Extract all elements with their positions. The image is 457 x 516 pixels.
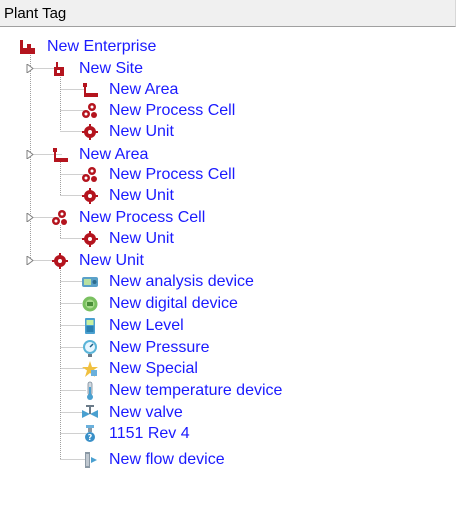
flow-device-icon [85, 451, 97, 468]
expand-arrow-icon[interactable] [26, 64, 35, 73]
tree-node-label: New Area [79, 145, 149, 163]
tree-node-special-device[interactable]: New Special [80, 358, 198, 379]
tree-node-label: New analysis device [109, 272, 254, 290]
tree-node-transmitter-1151[interactable]: ? 1151 Rev 4 [80, 423, 190, 444]
tree-node-label: New digital device [109, 294, 238, 312]
analysis-device-icon [82, 276, 98, 287]
level-device-icon [85, 317, 95, 334]
area-icon [83, 82, 98, 97]
plant-tree: New Enterprise New Site New Area New Pro… [0, 27, 457, 516]
column-header[interactable]: Plant Tag [0, 0, 456, 27]
expand-arrow-icon[interactable] [26, 256, 35, 265]
tree-node-level-device[interactable]: New Level [80, 315, 184, 336]
expand-arrow-icon[interactable] [26, 213, 35, 222]
tree-node-label: New temperature device [109, 381, 283, 399]
tree-node-label: New Pressure [109, 338, 210, 356]
tree-node-label: New Unit [109, 122, 174, 140]
unit-icon [52, 252, 68, 269]
tree-node-process-cell[interactable]: New Process Cell [80, 100, 235, 121]
tree-node-label: New flow device [109, 450, 225, 468]
tree-node-label: New Unit [79, 251, 144, 269]
tree-node-label: New Special [109, 359, 198, 377]
tree-node-analysis-device[interactable]: New analysis device [80, 271, 254, 292]
process-cell-icon [82, 102, 97, 118]
tree-node-area[interactable]: New Area [50, 144, 148, 165]
expand-arrow-icon[interactable] [26, 150, 35, 159]
unit-icon [82, 123, 98, 140]
transmitter-1151-icon: ? [85, 424, 95, 442]
tree-node-label: New Area [109, 80, 179, 98]
tree-node-site[interactable]: New Site [50, 58, 143, 79]
tree-node-process-cell[interactable]: New Process Cell [80, 164, 235, 185]
tree-node-label: New valve [109, 403, 183, 421]
area-icon [53, 147, 68, 162]
tree-node-temperature-device[interactable]: New temperature device [80, 380, 282, 401]
tree-node-label: 1151 Rev 4 [109, 424, 190, 442]
tree-node-label: New Enterprise [47, 37, 157, 55]
tree-node-label: New Process Cell [109, 165, 236, 183]
tree-node-unit[interactable]: New Unit [80, 185, 174, 206]
valve-icon [82, 404, 98, 418]
temperature-device-icon [87, 381, 93, 400]
svg-text:?: ? [88, 433, 93, 442]
tree-node-unit[interactable]: New Unit [80, 121, 174, 142]
tree-node-valve[interactable]: New valve [80, 402, 183, 423]
tree-node-label: New Process Cell [109, 101, 236, 119]
site-icon [54, 61, 64, 76]
tree-node-label: New Unit [109, 186, 174, 204]
process-cell-icon [82, 166, 97, 182]
tree-node-area[interactable]: New Area [80, 79, 178, 100]
tree-node-enterprise[interactable]: New Enterprise [18, 36, 156, 57]
tree-node-label: New Unit [109, 229, 174, 247]
tree-node-unit[interactable]: New Unit [50, 250, 144, 271]
tree-node-label: New Site [79, 59, 144, 77]
unit-icon [82, 187, 98, 204]
column-header-label: Plant Tag [4, 5, 67, 22]
tree-node-pressure-device[interactable]: New Pressure [80, 337, 209, 358]
tree-node-unit[interactable]: New Unit [80, 228, 174, 249]
enterprise-icon [20, 39, 35, 54]
tree-node-digital-device[interactable]: New digital device [80, 293, 238, 314]
special-device-icon [82, 360, 98, 377]
tree-node-process-cell[interactable]: New Process Cell [50, 207, 205, 228]
process-cell-icon [52, 209, 67, 225]
tree-node-flow-device[interactable]: New flow device [80, 449, 225, 470]
plant-tag-panel: Plant Tag New Enterprise New Site New Ar… [0, 0, 457, 516]
tree-node-label: New Process Cell [79, 208, 206, 226]
pressure-device-icon [83, 339, 97, 357]
unit-icon [82, 230, 98, 247]
digital-device-icon [82, 296, 98, 311]
tree-node-label: New Level [109, 316, 184, 334]
